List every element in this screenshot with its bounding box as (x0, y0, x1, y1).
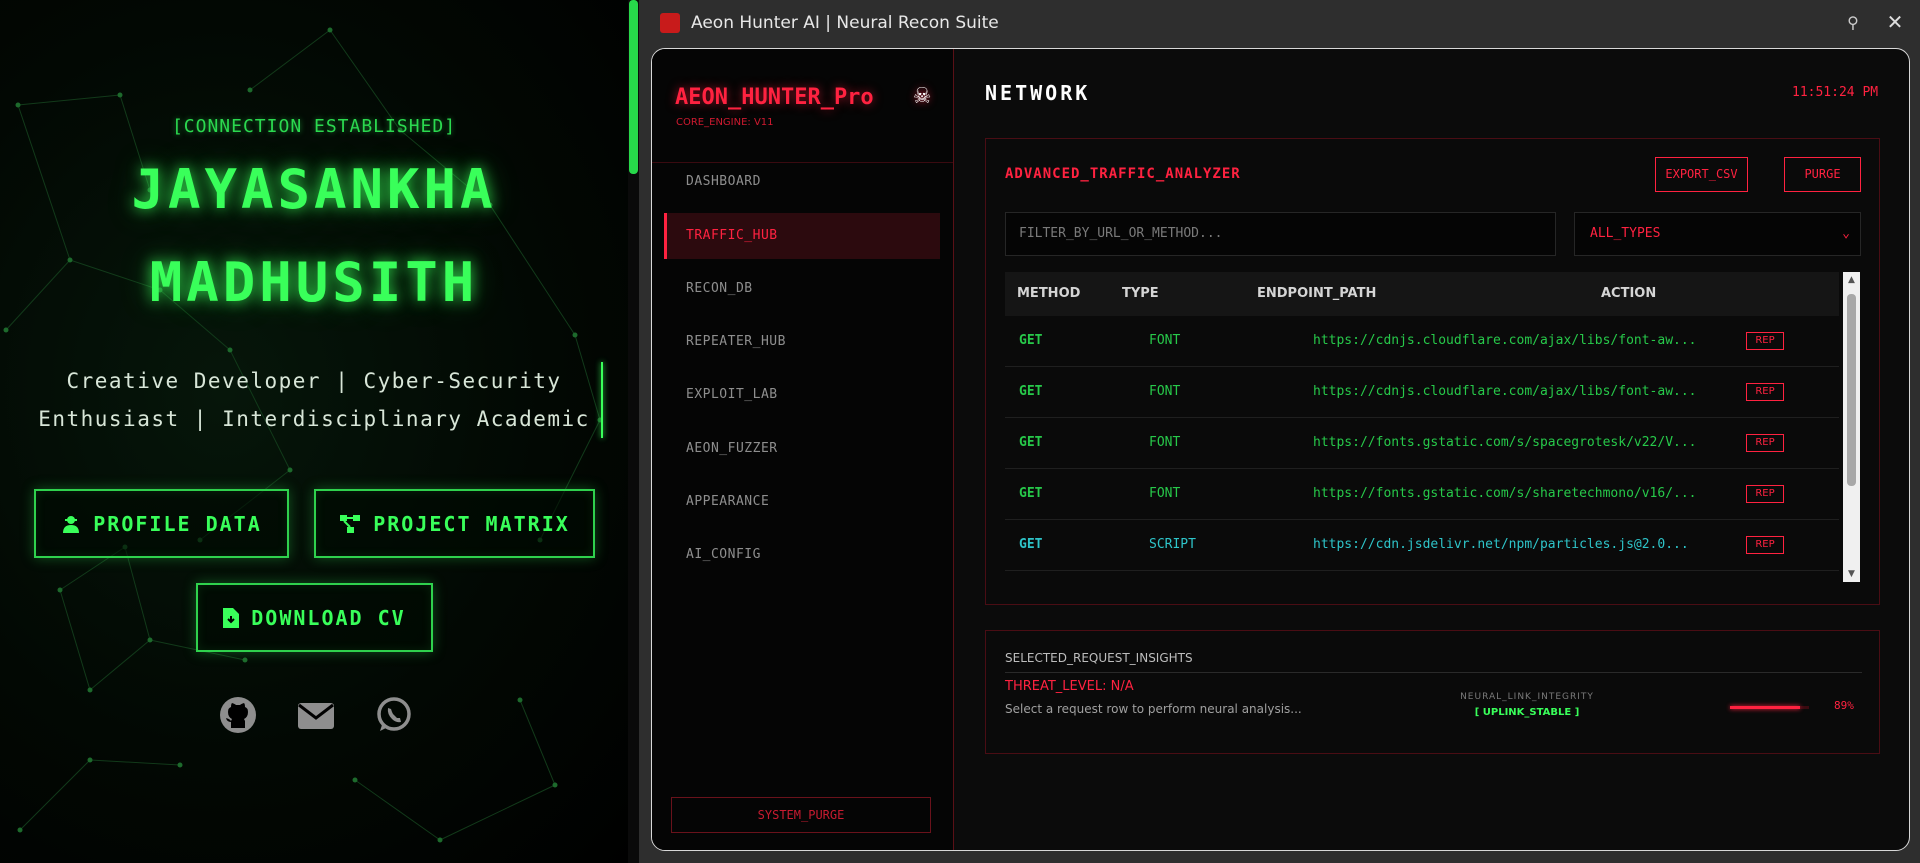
table-row[interactable]: GET FONT https://cdnjs.cloudflare.com/ajax… (1005, 367, 1839, 418)
hero-name-last: MADHUSITH (149, 251, 479, 314)
row-endpoint: https://fonts.gstatic.com/s/spacegrotesk… (1313, 435, 1697, 450)
portfolio-pane: [CONNECTION ESTABLISHED] JAYASANKHA MADH… (0, 0, 639, 863)
chevron-down-icon: ⌄ (1842, 226, 1850, 241)
pin-icon[interactable]: ⚲ (1842, 12, 1864, 34)
table-row[interactable]: GET FONT https://cdnjs.cloudflare.com/ajax… (1005, 316, 1839, 367)
whatsapp-icon[interactable] (374, 695, 414, 735)
insights-title: SELECTED_REQUEST_INSIGHTS (1005, 651, 1193, 665)
type-filter-select[interactable]: ALL_TYPES ⌄ (1574, 212, 1861, 256)
column-header-endpoint: ENDPOINT_PATH (1257, 286, 1377, 301)
portfolio-scrollbar[interactable] (628, 0, 639, 863)
scroll-down-icon[interactable]: ▼ (1843, 566, 1860, 582)
project-diagram-icon (340, 514, 361, 533)
table-scrollbar[interactable]: ▲ ▼ (1843, 272, 1860, 582)
row-method: GET (1019, 537, 1043, 552)
type-filter-value: ALL_TYPES (1590, 226, 1661, 241)
app-logo-icon (660, 13, 680, 33)
close-icon[interactable]: ✕ (1883, 10, 1907, 34)
row-type: FONT (1149, 486, 1181, 501)
sidebar-item-dashboard[interactable]: DASHBOARD (664, 159, 940, 205)
replay-button[interactable]: REP (1746, 485, 1784, 503)
replay-button[interactable]: REP (1746, 434, 1784, 452)
insights-hint: Select a request row to perform neural a… (1005, 702, 1302, 716)
typing-cursor (601, 362, 603, 438)
column-header-type: TYPE (1122, 286, 1159, 301)
user-secret-icon (63, 515, 80, 533)
integrity-percent: 89% (1834, 699, 1854, 712)
sidebar-item-traffic-hub[interactable]: TRAFFIC_HUB (664, 213, 940, 259)
replay-button[interactable]: REP (1746, 383, 1784, 401)
export-csv-button[interactable]: EXPORT_CSV (1655, 157, 1748, 192)
brand-logo: AEON_HUNTER_Pro (675, 85, 874, 110)
row-method: GET (1019, 384, 1043, 399)
integrity-status: [ UPLINK_STABLE ] (1474, 707, 1580, 718)
insights-divider (1005, 672, 1862, 673)
window-title: Aeon Hunter AI | Neural Recon Suite (691, 13, 999, 33)
project-matrix-button[interactable]: PROJECT MATRIX (314, 489, 595, 558)
column-header-action: ACTION (1601, 286, 1657, 301)
request-insights-card: SELECTED_REQUEST_INSIGHTS THREAT_LEVEL: … (985, 630, 1880, 754)
portfolio-scrollbar-thumb[interactable] (629, 0, 638, 174)
profile-data-label: PROFILE DATA (93, 511, 262, 536)
row-endpoint: https://fonts.gstatic.com/s/sharetechmon… (1313, 486, 1697, 501)
row-type: FONT (1149, 333, 1181, 348)
core-engine-version: CORE_ENGINE: V11 (676, 117, 774, 128)
project-matrix-label: PROJECT MATRIX (373, 511, 570, 536)
github-icon[interactable] (218, 695, 258, 735)
traffic-analyzer-card: ADVANCED_TRAFFIC_ANALYZER EXPORT_CSV PUR… (985, 138, 1880, 605)
window-titlebar[interactable]: Aeon Hunter AI | Neural Recon Suite ⚲ ✕ (639, 0, 1920, 48)
table-scrollbar-thumb[interactable] (1847, 294, 1856, 486)
connection-status: [CONNECTION ESTABLISHED] (171, 116, 457, 137)
sidebar-item-aeon-fuzzer[interactable]: AEON_FUZZER (664, 426, 940, 472)
sidebar-item-repeater-hub[interactable]: REPEATER_HUB (664, 319, 940, 365)
traffic-table: METHOD TYPE ENDPOINT_PATH ACTION GET FONT… (1005, 272, 1879, 582)
table-row[interactable]: GET FONT https://fonts.gstatic.com/s/space… (1005, 418, 1839, 469)
row-endpoint: https://cdnjs.cloudflare.com/ajax/libs/f… (1313, 384, 1697, 399)
system-purge-button[interactable]: SYSTEM_PURGE (671, 797, 931, 833)
hero-name-first: JAYASANKHA (131, 158, 497, 221)
app-panel: AEON_HUNTER_Pro ☠ CORE_ENGINE: V11 DASHB… (651, 48, 1910, 851)
file-download-icon (223, 607, 240, 628)
analyzer-title: ADVANCED_TRAFFIC_ANALYZER (1005, 166, 1241, 182)
purge-button[interactable]: PURGE (1784, 157, 1861, 192)
integrity-bar (1730, 706, 1809, 709)
integrity-label: NEURAL_LINK_INTEGRITY (1460, 692, 1594, 702)
filter-input[interactable]: FILTER_BY_URL_OR_METHOD... (1005, 212, 1556, 256)
profile-data-button[interactable]: PROFILE DATA (34, 489, 289, 558)
app-window: Aeon Hunter AI | Neural Recon Suite ⚲ ✕ … (639, 0, 1920, 863)
row-endpoint: https://cdn.jsdelivr.net/npm/particles.j… (1313, 537, 1689, 552)
tagline-line-2: Enthusiast | Interdisciplinary Academic (38, 407, 590, 431)
table-row[interactable]: GET FONT https://fonts.gstatic.com/s/share… (1005, 469, 1839, 520)
scroll-up-icon[interactable]: ▲ (1843, 272, 1860, 288)
row-method: GET (1019, 486, 1043, 501)
mail-icon[interactable] (296, 695, 336, 735)
integrity-bar-fill (1730, 706, 1801, 709)
skull-icon: ☠ (914, 79, 931, 110)
clock: 11:51:24 PM (1792, 85, 1879, 100)
replay-button[interactable]: REP (1746, 332, 1784, 350)
sidebar-item-recon-db[interactable]: RECON_DB (664, 266, 940, 312)
row-method: GET (1019, 435, 1043, 450)
sidebar: AEON_HUNTER_Pro ☠ CORE_ENGINE: V11 DASHB… (652, 49, 954, 850)
table-header: METHOD TYPE ENDPOINT_PATH ACTION (1005, 272, 1839, 316)
sidebar-item-ai-config[interactable]: AI_CONFIG (664, 532, 940, 578)
row-type: SCRIPT (1149, 537, 1196, 552)
row-type: FONT (1149, 435, 1181, 450)
row-type: FONT (1149, 384, 1181, 399)
row-endpoint: https://cdnjs.cloudflare.com/ajax/libs/f… (1313, 333, 1697, 348)
download-cv-button[interactable]: DOWNLOAD CV (196, 583, 433, 652)
row-method: GET (1019, 333, 1043, 348)
threat-level: THREAT_LEVEL: N/A (1005, 679, 1134, 694)
replay-button[interactable]: REP (1746, 536, 1784, 554)
sidebar-item-exploit-lab[interactable]: EXPLOIT_LAB (664, 372, 940, 418)
download-cv-label: DOWNLOAD CV (251, 605, 406, 630)
tagline-line-1: Creative Developer | Cyber-Security (66, 369, 562, 393)
page-title: NETWORK (985, 81, 1091, 105)
sidebar-item-appearance[interactable]: APPEARANCE (664, 479, 940, 525)
table-row[interactable]: GET SCRIPT https://cdn.jsdelivr.net/npm/pa… (1005, 520, 1839, 571)
column-header-method: METHOD (1017, 286, 1081, 301)
